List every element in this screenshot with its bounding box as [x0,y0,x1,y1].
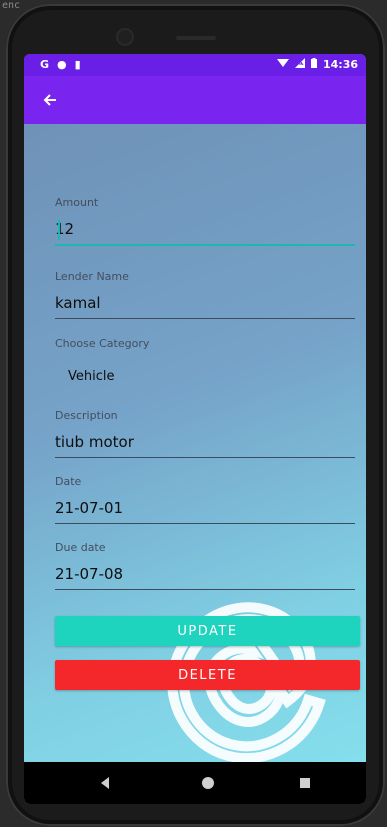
due-date-underline [55,589,355,590]
loan-form: Amount 12 Lender Name kamal Choose Categ… [55,196,355,590]
phone-frame: G ● ▮ 14:36 Amount 12 Lender Name kamal … [6,4,385,826]
status-bar: G ● ▮ 14:36 [24,54,366,76]
cell-signal-icon [294,58,305,71]
ide-code-snippet: enc [2,0,21,11]
category-dropdown[interactable]: Choose Category Vehicle [55,337,355,385]
amount-underline [55,244,355,246]
description-label: Description [55,409,118,422]
category-select[interactable]: Vehicle [68,369,366,385]
app-bar [24,76,366,124]
amount-label: Amount [55,196,99,209]
lender-name-label: Lender Name [55,270,129,283]
date-label: Date [55,475,82,488]
amount-input[interactable]: 12 [55,220,355,238]
navigation-bar [24,762,366,804]
text-cursor [58,220,60,240]
amount-field[interactable]: Amount 12 [55,196,355,246]
app-screen: G ● ▮ 14:36 Amount 12 Lender Name kamal … [24,54,366,804]
lender-name-field[interactable]: Lender Name kamal [55,270,355,319]
google-icon: G [40,58,50,71]
back-button[interactable] [36,86,64,114]
due-date-input[interactable]: 21-07-08 [55,565,355,583]
lender-name-input[interactable]: kamal [55,294,355,312]
date-underline [55,523,355,524]
due-date-label: Due date [55,541,106,554]
date-field[interactable]: Date 21-07-01 [55,475,355,524]
nav-recents-icon[interactable] [300,778,310,788]
clock-time: 14:36 [322,58,358,71]
delete-button[interactable]: DELETE [55,660,360,690]
notification-dot-icon: ● [57,58,67,71]
nav-home-icon[interactable] [202,777,214,789]
front-camera [116,28,134,46]
description-underline [55,457,355,458]
status-right-icons: 14:36 [276,58,358,71]
lender-name-underline [55,318,355,319]
battery-icon [310,58,317,71]
status-left-icons: G ● ▮ [40,58,81,71]
update-button[interactable]: UPDATE [55,616,360,646]
wifi-icon [276,58,289,71]
date-input[interactable]: 21-07-01 [55,499,355,517]
sim-card-icon: ▮ [74,58,81,71]
phone-speaker [176,36,216,40]
description-input[interactable]: tiub motor [55,433,355,451]
category-selected-value: Vehicle [68,369,115,384]
description-field[interactable]: Description tiub motor [55,409,355,458]
due-date-field[interactable]: Due date 21-07-08 [55,541,355,590]
nav-back-icon[interactable] [101,777,109,789]
arrow-left-icon [43,94,56,106]
category-label: Choose Category [55,337,150,350]
